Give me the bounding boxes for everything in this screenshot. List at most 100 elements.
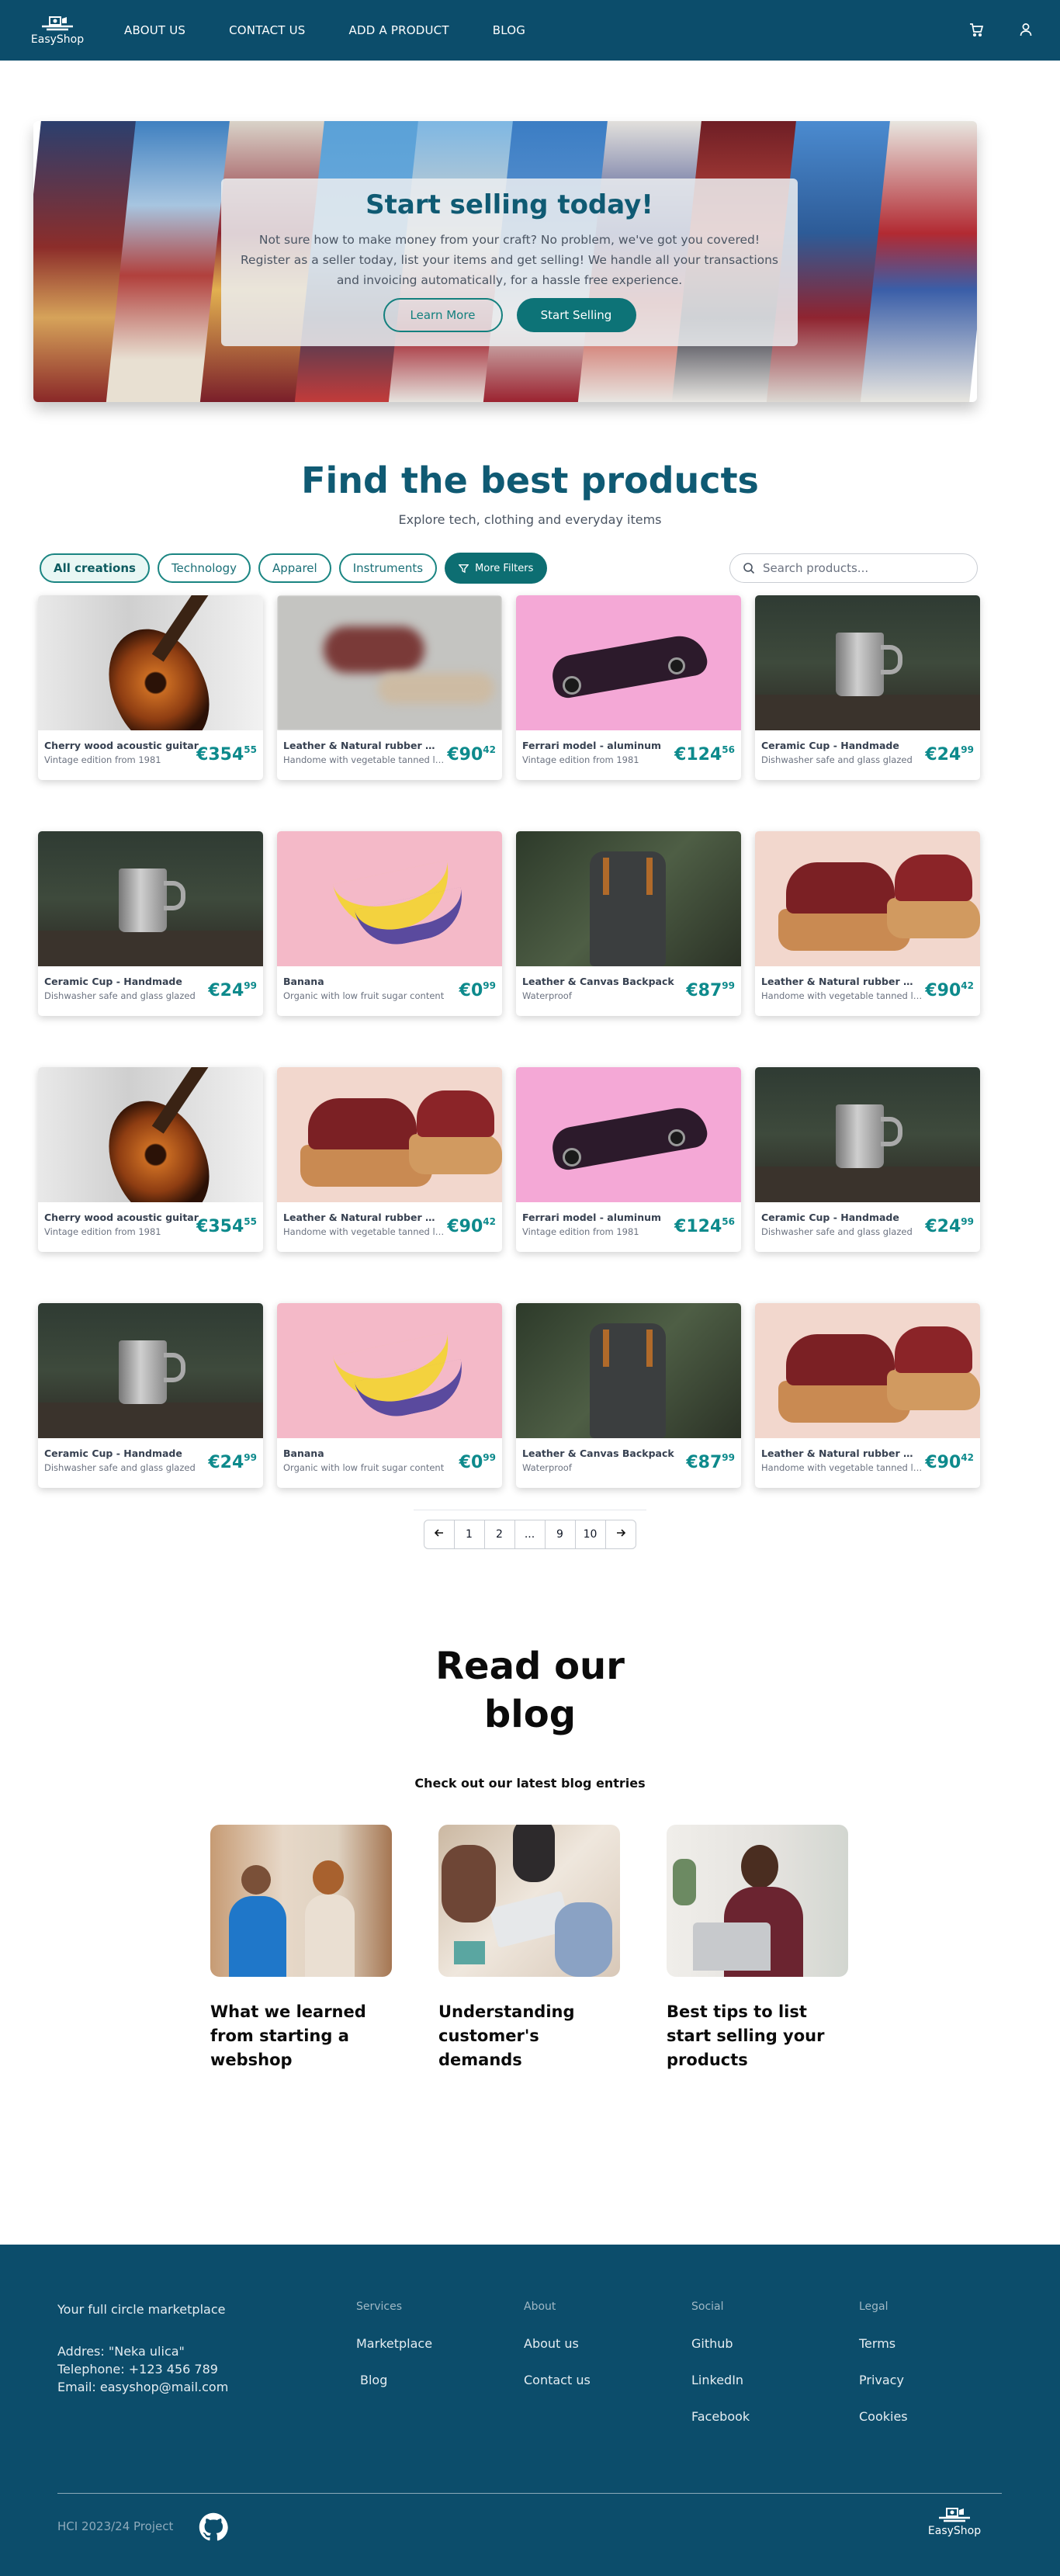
footer-link-cookies[interactable]: Cookies [859,2409,908,2424]
footer-link-facebook[interactable]: Facebook [691,2409,750,2424]
filter-apparel[interactable]: Apparel [258,553,331,583]
product-name[interactable]: Leather & Canvas Backpack [522,976,677,987]
product-name[interactable]: Ceramic Cup - Handmade [44,1447,199,1459]
product-card[interactable]: Ferrari model - aluminum Vintage edition … [516,595,741,780]
blog-post[interactable]: Best tips to list start selling your pro… [667,1825,848,2072]
product-card[interactable]: Ceramic Cup - Handmade Dishwasher safe an… [38,1303,263,1488]
product-card[interactable]: Leather & Canvas Backpack Waterproof €8799 [516,1303,741,1488]
page-button-9[interactable]: 9 [544,1520,576,1549]
product-image[interactable] [38,831,263,966]
next-page-button[interactable] [604,1520,636,1549]
product-card[interactable]: Leather & Natural rubber sandals Handome … [755,1303,980,1488]
nav-blog[interactable]: BLOG [493,23,525,37]
product-name[interactable]: Leather & Natural rubber sandals [283,740,438,751]
blog-post-image[interactable] [210,1825,392,1977]
product-name[interactable]: Ferrari model - aluminum [522,740,677,751]
product-card[interactable]: Banana Organic with low fruit sugar conte… [277,831,502,1016]
product-image[interactable] [755,831,980,966]
footer-link-privacy[interactable]: Privacy [859,2373,908,2387]
blog-post[interactable]: What we learned from starting a webshop [210,1825,392,2072]
product-card[interactable]: Cherry wood acoustic guitar Vintage editi… [38,1067,263,1252]
product-price-cents: 99 [961,744,974,755]
product-image[interactable] [516,831,741,966]
blog-posts: What we learned from starting a webshop … [0,1825,1060,2072]
page-button-1[interactable]: 1 [453,1520,485,1549]
product-card[interactable]: Ferrari model - aluminum Vintage edition … [516,1067,741,1252]
product-image[interactable] [755,1303,980,1438]
logo[interactable]: EasyShop [26,16,88,46]
product-image[interactable] [277,1303,502,1438]
product-name[interactable]: Leather & Natural rubber sandals [761,1447,916,1459]
page-button-10[interactable]: 10 [574,1520,606,1549]
product-image[interactable] [516,595,741,730]
blog-post-image[interactable] [438,1825,620,1977]
footer-link-blog[interactable]: Blog [360,2373,432,2387]
footer-link-contact-us[interactable]: Contact us [524,2373,591,2387]
product-image[interactable] [38,1303,263,1438]
footer-logo-text: EasyShop [927,2525,982,2537]
cart-icon[interactable] [968,22,984,37]
product-card[interactable]: Leather & Natural rubber sandals Handome … [755,831,980,1016]
github-icon[interactable] [199,2512,228,2542]
filter-all-creations[interactable]: All creations [40,553,150,583]
product-price-cents: 42 [961,1452,974,1463]
nav-contact-us[interactable]: CONTACT US [229,23,305,37]
product-card[interactable]: Ceramic Cup - Handmade Dishwasher safe an… [755,595,980,780]
product-card[interactable]: Banana Organic with low fruit sugar conte… [277,1303,502,1488]
blog-post-title[interactable]: Understanding customer's demands [438,2000,620,2072]
blog-post[interactable]: Understanding customer's demands [438,1825,620,2072]
footer-link-marketplace[interactable]: Marketplace [356,2336,432,2351]
product-name[interactable]: Leather & Natural rubber sandals [761,976,916,987]
user-icon[interactable] [1018,22,1034,37]
product-card[interactable]: Cherry wood acoustic guitar Vintage editi… [38,595,263,780]
footer-link-linkedin[interactable]: LinkedIn [691,2373,750,2387]
product-image[interactable] [277,595,502,730]
product-name[interactable]: Ceramic Cup - Handmade [44,976,199,987]
product-name[interactable]: Ceramic Cup - Handmade [761,740,916,751]
learn-more-button[interactable]: Learn More [383,298,503,332]
product-card[interactable]: Leather & Canvas Backpack Waterproof €8799 [516,831,741,1016]
blog-post-title[interactable]: What we learned from starting a webshop [210,2000,392,2072]
filter-technology[interactable]: Technology [157,553,251,583]
product-price-main: €124 [674,1217,722,1236]
nav-add-product[interactable]: ADD A PRODUCT [349,23,449,37]
product-name[interactable]: Leather & Natural rubber sandals [283,1212,438,1223]
product-image[interactable] [38,1067,263,1202]
filter-instruments[interactable]: Instruments [338,553,438,583]
product-image[interactable] [277,831,502,966]
arrow-left-icon [434,1529,443,1537]
blog-post-title[interactable]: Best tips to list start selling your pro… [667,2000,848,2072]
product-card[interactable]: Leather & Natural rubber sandals Handome … [277,1067,502,1252]
product-image[interactable] [755,595,980,730]
product-card[interactable]: Ceramic Cup - Handmade Dishwasher safe an… [755,1067,980,1252]
product-name[interactable]: Leather & Canvas Backpack [522,1447,677,1459]
product-name[interactable]: Banana [283,1447,438,1459]
product-card[interactable]: Leather & Natural rubber sandals Handome … [277,595,502,780]
product-image[interactable] [277,1067,502,1202]
footer-link-about-us[interactable]: About us [524,2336,591,2351]
product-image[interactable] [38,595,263,730]
blog-post-image[interactable] [667,1825,848,1977]
product-card[interactable]: Ceramic Cup - Handmade Dishwasher safe an… [38,831,263,1016]
product-image[interactable] [755,1067,980,1202]
footer-link-github[interactable]: Github [691,2336,750,2351]
product-image[interactable] [516,1067,741,1202]
product-price-cents: 55 [244,1216,257,1227]
product-name[interactable]: Cherry wood acoustic guitar [44,1212,199,1223]
footer-logo[interactable]: EasyShop [923,2507,986,2537]
page-button-2[interactable]: 2 [483,1520,515,1549]
nav-about-us[interactable]: ABOUT US [124,23,185,37]
product-name[interactable]: Banana [283,976,438,987]
product-info: Leather & Canvas Backpack Waterproof €8799 [516,1438,741,1488]
prev-page-button[interactable] [423,1520,455,1549]
more-filters-button[interactable]: More Filters [445,553,548,584]
start-selling-button[interactable]: Start Selling [516,298,636,332]
product-name[interactable]: Ceramic Cup - Handmade [761,1212,916,1223]
product-name[interactable]: Ferrari model - aluminum [522,1212,677,1223]
search-icon [743,563,755,574]
search-input[interactable] [763,561,957,575]
product-image[interactable] [516,1303,741,1438]
product-name[interactable]: Cherry wood acoustic guitar [44,740,199,751]
footer-link-terms[interactable]: Terms [859,2336,908,2351]
hero-buttons: Learn More Start Selling [221,298,798,332]
